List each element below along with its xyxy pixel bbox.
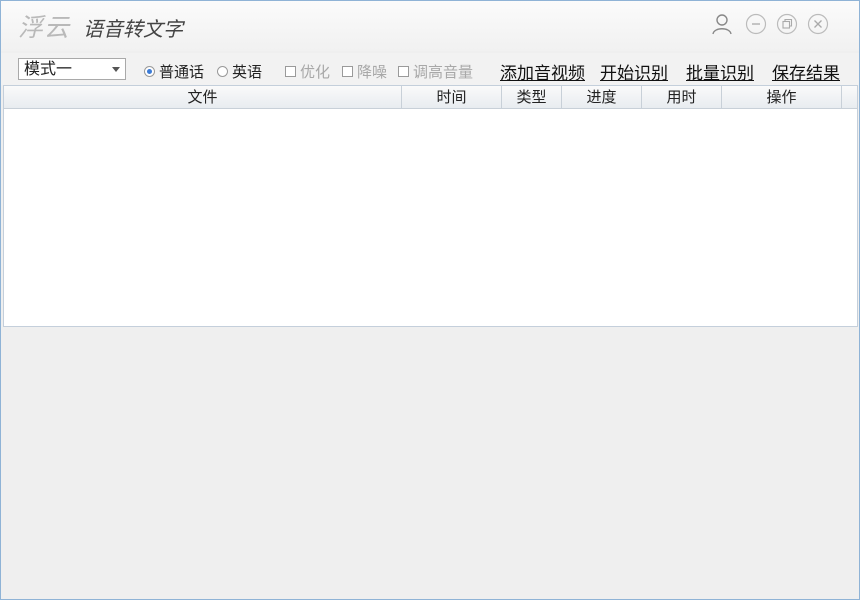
user-icon[interactable] bbox=[711, 13, 733, 35]
table-header: 文件 时间 类型 进度 用时 操作 bbox=[4, 86, 857, 109]
add-media-link[interactable]: 添加音视频 bbox=[500, 59, 585, 84]
column-header-type[interactable]: 类型 bbox=[502, 86, 562, 108]
minimize-icon[interactable] bbox=[745, 13, 767, 35]
mode-dropdown-value: 模式一 bbox=[24, 59, 73, 78]
save-results-link[interactable]: 保存结果 bbox=[772, 59, 840, 84]
checkbox-denoise[interactable]: 降噪 bbox=[342, 61, 387, 82]
checkbox-optimize-label: 优化 bbox=[300, 63, 331, 81]
file-table[interactable]: 文件 时间 类型 进度 用时 操作 bbox=[3, 85, 858, 327]
app-title: 语音转文字 bbox=[83, 17, 183, 41]
restore-icon[interactable] bbox=[776, 13, 798, 35]
radio-english[interactable]: 英语 bbox=[217, 61, 262, 82]
app-window: 浮云 语音转文字 模式一 普通话 英语 优化 降噪 调高音量 添加音视频 开始识… bbox=[0, 0, 860, 600]
start-recognition-link[interactable]: 开始识别 bbox=[600, 59, 668, 84]
radio-mandarin-indicator bbox=[144, 66, 155, 77]
radio-mandarin-label: 普通话 bbox=[159, 63, 205, 81]
checkbox-denoise-box bbox=[342, 66, 353, 77]
mode-dropdown[interactable]: 模式一 bbox=[18, 58, 126, 80]
column-header-actions[interactable]: 操作 bbox=[722, 86, 842, 108]
checkbox-optimize-box bbox=[285, 66, 296, 77]
column-header-duration[interactable]: 用时 bbox=[642, 86, 722, 108]
checkbox-denoise-label: 降噪 bbox=[357, 63, 388, 81]
radio-english-label: 英语 bbox=[232, 63, 263, 81]
result-panel bbox=[3, 327, 858, 597]
checkbox-volume-up-box bbox=[398, 66, 409, 77]
radio-english-indicator bbox=[217, 66, 228, 77]
checkbox-volume-up[interactable]: 调高音量 bbox=[398, 61, 473, 82]
column-header-file[interactable]: 文件 bbox=[4, 86, 402, 108]
title-bar[interactable]: 浮云 语音转文字 bbox=[1, 1, 859, 51]
batch-recognition-link[interactable]: 批量识别 bbox=[686, 59, 754, 84]
app-logo: 浮云 bbox=[18, 13, 71, 42]
column-header-time[interactable]: 时间 bbox=[402, 86, 502, 108]
checkbox-optimize[interactable]: 优化 bbox=[285, 61, 330, 82]
column-header-progress[interactable]: 进度 bbox=[562, 86, 642, 108]
radio-mandarin[interactable]: 普通话 bbox=[144, 61, 204, 82]
close-icon[interactable] bbox=[807, 13, 829, 35]
toolbar: 模式一 普通话 英语 优化 降噪 调高音量 添加音视频 开始识别 批量识别 保存… bbox=[1, 53, 859, 85]
checkbox-volume-up-label: 调高音量 bbox=[413, 63, 474, 81]
chevron-down-icon bbox=[112, 67, 120, 72]
column-header-spacer bbox=[842, 86, 857, 108]
